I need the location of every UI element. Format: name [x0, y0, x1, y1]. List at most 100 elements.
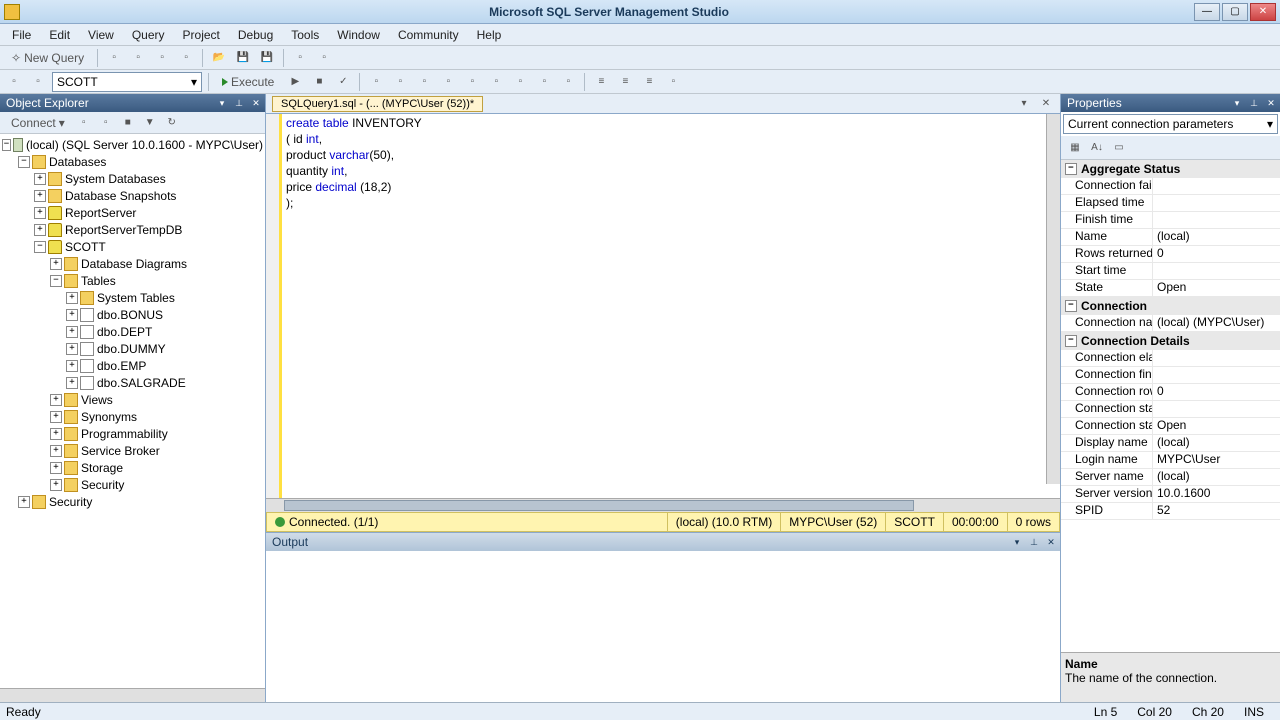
menu-window[interactable]: Window [329, 26, 388, 44]
tree-tables[interactable]: Tables [81, 274, 116, 288]
dropdown-icon[interactable]: ▾ [1229, 96, 1245, 110]
prop-row[interactable]: Display name(local) [1061, 435, 1280, 452]
prop-row[interactable]: Rows returned0 [1061, 246, 1280, 263]
debug-icon[interactable]: ▶ [285, 72, 305, 92]
query-tab[interactable]: SQLQuery1.sql - (... (MYPC\User (52))* [272, 96, 483, 112]
alphabetical-icon[interactable]: A↓ [1087, 138, 1107, 158]
refresh-icon[interactable]: ↻ [162, 113, 182, 133]
prop-row[interactable]: Server version10.0.1600 [1061, 486, 1280, 503]
save-all-icon[interactable]: 💾 [257, 48, 277, 68]
toolbar-icon[interactable]: ▫ [486, 72, 506, 92]
prop-row[interactable]: Connection finish [1061, 367, 1280, 384]
expand-icon[interactable]: + [50, 445, 62, 457]
toolbar-icon[interactable]: ▫ [104, 48, 124, 68]
toolbar-icon[interactable]: ▫ [414, 72, 434, 92]
properties-object-select[interactable]: Current connection parameters▾ [1063, 114, 1278, 134]
tree-item[interactable]: ReportServer [65, 206, 136, 220]
menu-project[interactable]: Project [175, 26, 228, 44]
filter-icon[interactable]: ▼ [140, 113, 160, 133]
expand-icon[interactable]: + [50, 428, 62, 440]
expand-icon[interactable]: + [50, 462, 62, 474]
collapse-icon[interactable]: − [34, 241, 46, 253]
expand-icon[interactable]: + [18, 496, 30, 508]
vertical-scrollbar[interactable] [1046, 114, 1060, 484]
toolbar-icon[interactable]: ▫ [176, 48, 196, 68]
toolbar-icon[interactable]: ▫ [96, 113, 116, 133]
expand-icon[interactable]: + [66, 326, 78, 338]
horizontal-scrollbar[interactable] [0, 688, 265, 702]
object-explorer-tree[interactable]: −(local) (SQL Server 10.0.1600 - MYPC\Us… [0, 134, 265, 702]
collapse-icon[interactable]: − [1065, 163, 1077, 175]
tree-item[interactable]: Security [49, 495, 92, 509]
prop-row[interactable]: Connection name(local) (MYPC\User) [1061, 315, 1280, 332]
toolbar-icon[interactable]: ▫ [290, 48, 310, 68]
expand-icon[interactable]: + [50, 411, 62, 423]
expand-icon[interactable]: + [66, 360, 78, 372]
scrollbar-thumb[interactable] [284, 500, 914, 511]
toolbar-icon[interactable]: ▫ [390, 72, 410, 92]
maximize-button[interactable]: ▢ [1222, 3, 1248, 21]
prop-category[interactable]: −Connection Details [1061, 332, 1280, 350]
tree-item[interactable]: Service Broker [81, 444, 160, 458]
pin-icon[interactable]: ⊥ [231, 96, 247, 110]
expand-icon[interactable]: + [50, 394, 62, 406]
parse-icon[interactable]: ✓ [333, 72, 353, 92]
tree-item[interactable]: ReportServerTempDB [65, 223, 182, 237]
collapse-icon[interactable]: − [1065, 300, 1077, 312]
expand-icon[interactable]: + [34, 207, 46, 219]
toolbar-icon[interactable]: ▫ [462, 72, 482, 92]
prop-row[interactable]: SPID52 [1061, 503, 1280, 520]
prop-row[interactable]: Start time [1061, 263, 1280, 280]
query-editor[interactable]: create table INVENTORY ( id int, product… [266, 114, 1060, 498]
tree-table[interactable]: dbo.BONUS [97, 308, 163, 322]
tree-table[interactable]: dbo.SALGRADE [97, 376, 186, 390]
prop-row[interactable]: Login nameMYPC\User [1061, 452, 1280, 469]
prop-row[interactable]: Name(local) [1061, 229, 1280, 246]
menu-community[interactable]: Community [390, 26, 467, 44]
indent-icon[interactable]: ≡ [591, 72, 611, 92]
collapse-icon[interactable]: − [2, 139, 11, 151]
tree-item[interactable]: Security [81, 478, 124, 492]
horizontal-scrollbar[interactable] [266, 498, 1060, 512]
prop-row[interactable]: Connection start t [1061, 401, 1280, 418]
menu-query[interactable]: Query [124, 26, 173, 44]
expand-icon[interactable]: + [50, 258, 62, 270]
prop-row[interactable]: Server name(local) [1061, 469, 1280, 486]
toolbar-icon[interactable]: ▫ [28, 72, 48, 92]
properties-grid[interactable]: −Aggregate Status Connection failur Elap… [1061, 160, 1280, 652]
toolbar-icon[interactable]: ▫ [534, 72, 554, 92]
toolbar-icon[interactable]: ▫ [510, 72, 530, 92]
categorized-icon[interactable]: ▦ [1065, 138, 1085, 158]
tree-item[interactable]: Programmability [81, 427, 168, 441]
tree-table[interactable]: dbo.DUMMY [97, 342, 166, 356]
pin-icon[interactable]: ⊥ [1246, 96, 1262, 110]
menu-debug[interactable]: Debug [230, 26, 281, 44]
dropdown-icon[interactable]: ▾ [214, 96, 230, 110]
tree-item[interactable]: Synonyms [81, 410, 137, 424]
tree-table[interactable]: dbo.EMP [97, 359, 146, 373]
save-icon[interactable]: 💾 [233, 48, 253, 68]
tree-item[interactable]: Database Diagrams [81, 257, 187, 271]
pin-icon[interactable]: ⊥ [1026, 535, 1042, 549]
output-body[interactable] [266, 551, 1060, 702]
prop-row[interactable]: Connection stateOpen [1061, 418, 1280, 435]
database-select[interactable]: SCOTT▾ [52, 72, 202, 92]
prop-row[interactable]: StateOpen [1061, 280, 1280, 297]
menu-help[interactable]: Help [469, 26, 510, 44]
chevron-down-icon[interactable]: ▾ [1014, 94, 1034, 114]
menu-tools[interactable]: Tools [283, 26, 327, 44]
close-tab-icon[interactable]: ✕ [1036, 94, 1056, 114]
dropdown-icon[interactable]: ▾ [1009, 535, 1025, 549]
open-icon[interactable]: 📂 [209, 48, 229, 68]
prop-row[interactable]: Connection failur [1061, 178, 1280, 195]
expand-icon[interactable]: + [66, 377, 78, 389]
tree-item[interactable]: Database Snapshots [65, 189, 176, 203]
tree-item[interactable]: Storage [81, 461, 123, 475]
close-icon[interactable]: ✕ [1043, 535, 1059, 549]
expand-icon[interactable]: + [34, 173, 46, 185]
menu-edit[interactable]: Edit [41, 26, 78, 44]
tree-item[interactable]: Views [81, 393, 113, 407]
expand-icon[interactable]: + [50, 479, 62, 491]
toolbar-icon[interactable]: ▫ [4, 72, 24, 92]
toolbar-icon[interactable]: ▫ [558, 72, 578, 92]
